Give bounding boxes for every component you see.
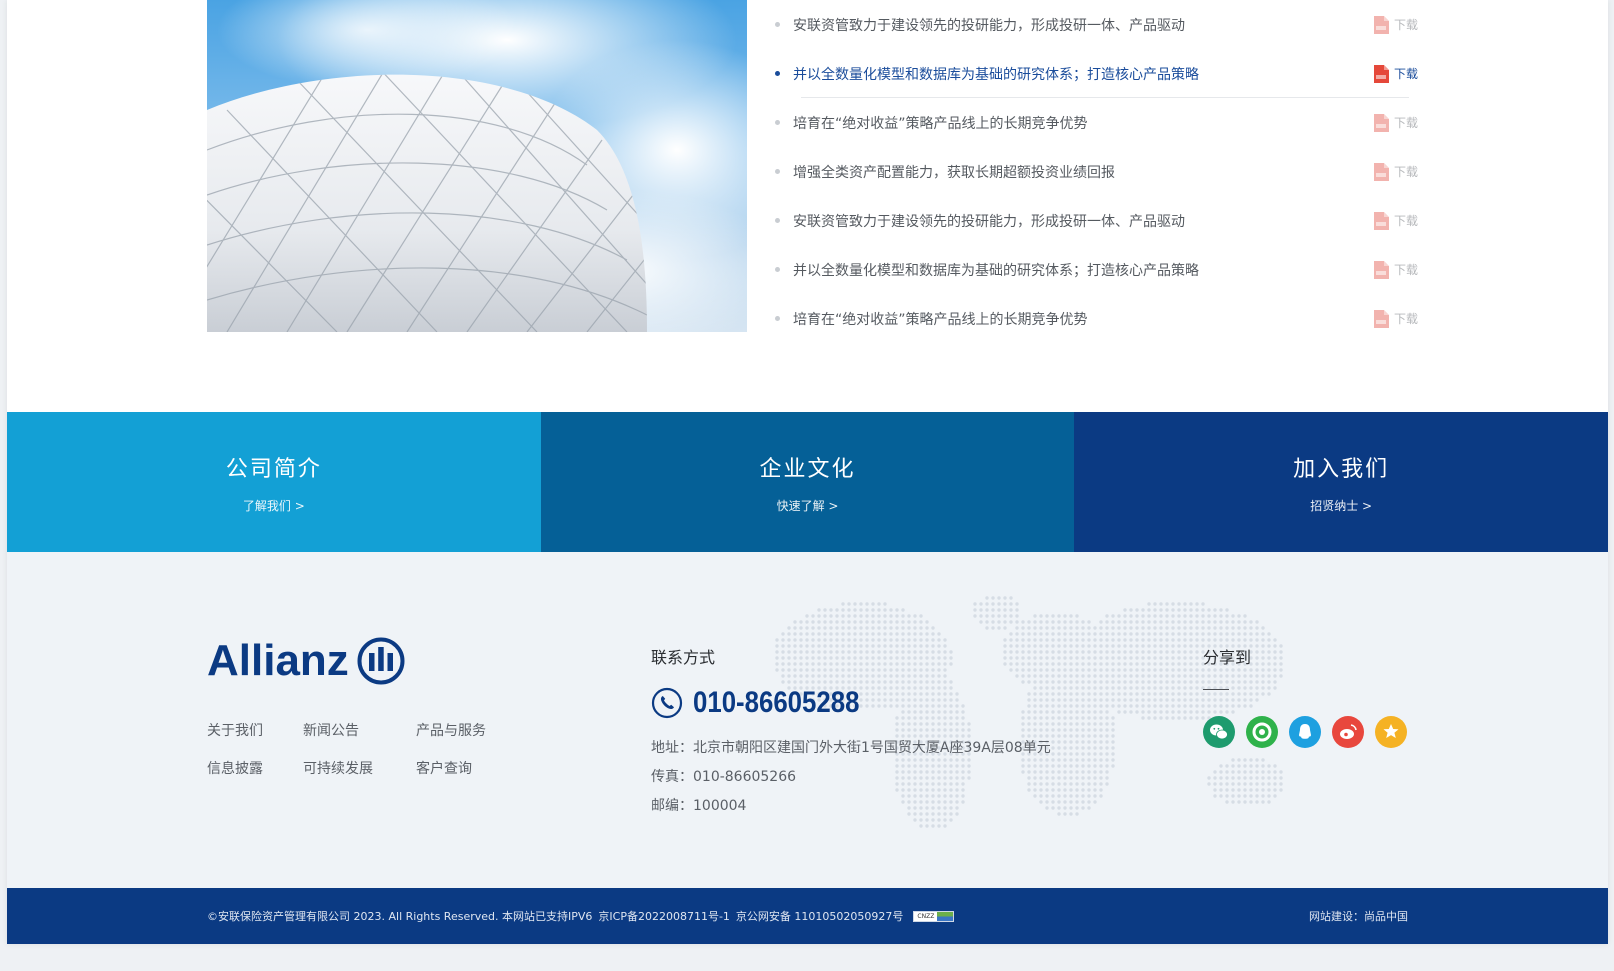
- bullet-dot: [775, 71, 780, 76]
- band-link[interactable]: 招贤纳士 >: [1310, 497, 1372, 514]
- allianz-logo[interactable]: Allianz: [207, 636, 405, 686]
- document-row[interactable]: 并以全数量化模型和数据库为基础的研究体系；打造核心产品策略 下载: [775, 49, 1425, 98]
- wechat-glyph: [1210, 724, 1228, 740]
- pdf-icon: [1374, 64, 1389, 83]
- band-title: 公司简介: [225, 456, 322, 482]
- band-link[interactable]: 快速了解 >: [777, 497, 839, 514]
- document-title[interactable]: 安联资管致力于建设领先的投研能力，形成投研一体、产品驱动: [793, 15, 1373, 35]
- bullet-dot: [775, 267, 780, 272]
- band-company-intro[interactable]: 公司简介了解我们 >: [7, 412, 541, 552]
- band-title: 企业文化: [759, 456, 856, 482]
- document-row[interactable]: 安联资管致力于建设领先的投研能力，形成投研一体、产品驱动 下载: [775, 196, 1425, 245]
- footer-link-disclosure[interactable]: 信息披露: [207, 758, 303, 778]
- document-title[interactable]: 并以全数量化模型和数据库为基础的研究体系；打造核心产品策略: [793, 260, 1373, 280]
- footer-link-sustainability[interactable]: 可持续发展: [303, 758, 416, 778]
- pdf-icon: [1374, 162, 1389, 181]
- phone-row: 010-86605288: [651, 686, 1051, 720]
- document-title[interactable]: 增强全类资产配置能力，获取长期超额投资业绩回报: [793, 162, 1373, 182]
- footer-link-news[interactable]: 新闻公告: [303, 720, 416, 740]
- cnzz-badge-bar: [937, 911, 954, 921]
- share-divider: [1203, 689, 1229, 690]
- qzone-glyph: [1383, 724, 1399, 738]
- allianz-emblem-icon: [357, 637, 405, 685]
- pdf-icon: [1374, 15, 1389, 34]
- document-title[interactable]: 培育在“绝对收益”策略产品线上的长期竞争优势: [793, 309, 1373, 329]
- pdf-icon: [1374, 260, 1389, 279]
- document-row[interactable]: 培育在“绝对收益”策略产品线上的长期竞争优势 下载: [775, 294, 1425, 343]
- phone-icon: [651, 687, 683, 719]
- download-label: 下载: [1394, 116, 1419, 130]
- copyright-text: ©安联保险资产管理有限公司 2023. All Rights Reserved.…: [207, 910, 593, 923]
- download-label: 下载: [1394, 18, 1419, 32]
- download-button[interactable]: 下载: [1373, 113, 1425, 132]
- qzone-icon[interactable]: [1375, 716, 1407, 748]
- page-frame: 安联资管致力于建设领先的投研能力，形成投研一体、产品驱动 下载 并以全数量化模型和数…: [7, 0, 1608, 944]
- wechat-icon[interactable]: [1203, 716, 1235, 748]
- share-heading: 分享到: [1203, 648, 1252, 667]
- contact-postcode: 邮编：100004: [651, 798, 747, 814]
- feature-bands: 公司简介 了解我们 > 企业文化 快速了解 > 加入我们 招贤纳士 >: [7, 412, 1608, 552]
- download-label: 下载: [1394, 67, 1419, 81]
- bullet-dot: [775, 22, 780, 27]
- document-title[interactable]: 安联资管致力于建设领先的投研能力，形成投研一体、产品驱动: [793, 211, 1373, 231]
- bullet-dot: [775, 316, 780, 321]
- pdf-icon: [1374, 309, 1389, 328]
- download-button[interactable]: 下载: [1373, 211, 1425, 230]
- download-label: 下载: [1394, 165, 1419, 179]
- weibo-icon[interactable]: [1332, 716, 1364, 748]
- download-button[interactable]: 下载: [1373, 309, 1425, 328]
- download-label: 下载: [1394, 214, 1419, 228]
- download-button[interactable]: 下载: [1373, 260, 1425, 279]
- moments-glyph: [1252, 722, 1272, 742]
- site-builder-link[interactable]: 网站建设：尚品中国: [1309, 888, 1408, 944]
- download-button[interactable]: 下载: [1373, 15, 1425, 34]
- footer-link-products[interactable]: 产品与服务: [416, 720, 516, 740]
- cnzz-badge-icon[interactable]: CNZZ: [913, 910, 955, 922]
- band-corporate-culture[interactable]: 企业文化快速了解 >: [540, 412, 1075, 552]
- bullet-dot: [775, 218, 780, 223]
- band-link[interactable]: 了解我们 >: [243, 497, 305, 514]
- moments-icon[interactable]: [1246, 716, 1278, 748]
- footer-link-customer-query[interactable]: 客户查询: [416, 758, 516, 778]
- download-label: 下载: [1394, 312, 1419, 326]
- download-button[interactable]: 下载: [1373, 162, 1425, 181]
- copyright-line: ©安联保险资产管理有限公司 2023. All Rights Reserved.…: [207, 888, 955, 944]
- contact-block: 联系方式 010-86605288 地址：北京市朝阳区建国门外大街1号国贸大厦A…: [651, 644, 1051, 821]
- police-record-link[interactable]: 京公网安备 11010502050927号: [736, 908, 903, 924]
- document-row[interactable]: 培育在“绝对收益”策略产品线上的长期竞争优势 下载: [775, 98, 1425, 147]
- icp-link[interactable]: 京ICP备2022008711号-1: [598, 908, 730, 924]
- phone-number[interactable]: 010-86605288: [693, 686, 859, 720]
- qq-icon[interactable]: [1289, 716, 1321, 748]
- download-label: 下载: [1394, 263, 1419, 277]
- download-button[interactable]: 下载: [1373, 64, 1425, 83]
- share-icons: [1203, 716, 1407, 748]
- qq-glyph: [1299, 724, 1311, 739]
- band-join-us[interactable]: 加入我们招贤纳士 >: [1074, 412, 1608, 552]
- document-row[interactable]: 并以全数量化模型和数据库为基础的研究体系；打造核心产品策略 下载: [775, 245, 1425, 294]
- logo-wordmark: Allianz: [207, 636, 349, 685]
- pdf-icon: [1374, 113, 1389, 132]
- stadium-photo: [207, 0, 747, 332]
- document-title[interactable]: 并以全数量化模型和数据库为基础的研究体系；打造核心产品策略: [793, 64, 1373, 84]
- contact-fax: 传真：010-86605266: [651, 769, 797, 785]
- pdf-icon: [1374, 211, 1389, 230]
- share-block: 分享到: [1203, 644, 1407, 748]
- footer-nav: 关于我们 新闻公告 产品与服务 信息披露 可持续发展 客户查询: [207, 720, 517, 778]
- footer-link-about[interactable]: 关于我们: [207, 720, 303, 740]
- document-list: 安联资管致力于建设领先的投研能力，形成投研一体、产品驱动 下载 并以全数量化模型和数…: [775, 0, 1425, 343]
- bullet-dot: [775, 120, 780, 125]
- document-row[interactable]: 安联资管致力于建设领先的投研能力，形成投研一体、产品驱动 下载: [775, 0, 1425, 49]
- band-title: 加入我们: [1293, 456, 1390, 482]
- document-row[interactable]: 增强全类资产配置能力，获取长期超额投资业绩回报 下载: [775, 147, 1425, 196]
- weibo-glyph: [1340, 724, 1357, 739]
- cnzz-badge-label: CNZZ: [917, 912, 935, 920]
- footer: Allianz 关于我们 新闻公告 产品与服务 信息披露 可持续发展 客户查询 …: [7, 552, 1608, 888]
- bullet-dot: [775, 169, 780, 174]
- bottom-bar: ©安联保险资产管理有限公司 2023. All Rights Reserved.…: [7, 888, 1608, 944]
- contact-heading: 联系方式: [651, 648, 716, 667]
- document-title[interactable]: 培育在“绝对收益”策略产品线上的长期竞争优势: [793, 113, 1373, 133]
- contact-address: 地址：北京市朝阳区建国门外大街1号国贸大厦A座39A层08单元: [651, 740, 1051, 756]
